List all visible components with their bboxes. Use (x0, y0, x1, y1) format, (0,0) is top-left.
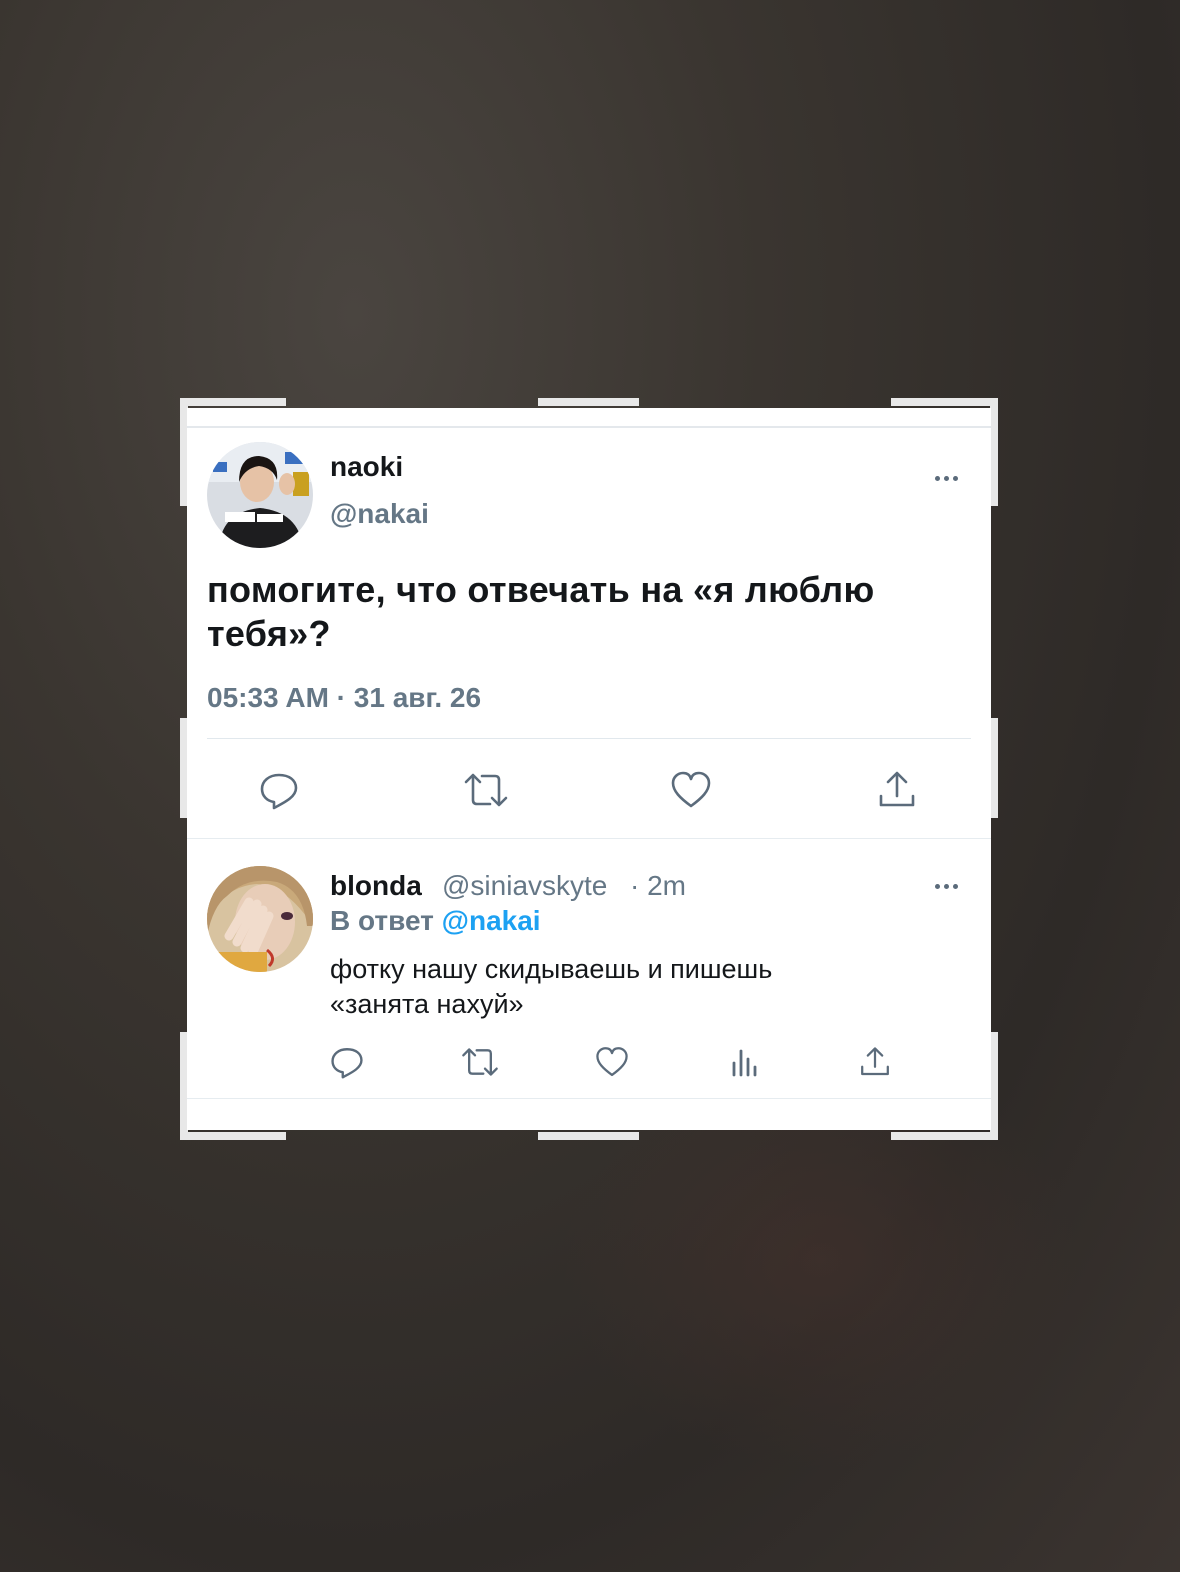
crop-mark-bottom-right-h[interactable] (891, 1132, 998, 1140)
retweet-icon (464, 773, 508, 807)
crop-mark-top-right-h[interactable] (891, 398, 998, 406)
crop-mark-top-center[interactable] (538, 398, 639, 406)
reply-time[interactable]: · 2m (630, 870, 686, 902)
like-button[interactable] (669, 768, 713, 812)
reply-to-link[interactable]: @nakai (442, 905, 541, 936)
avatar-blonda[interactable] (207, 866, 313, 972)
reply-context: В ответ @nakai (330, 905, 541, 937)
stats-divider (207, 738, 971, 739)
crop-mark-bottom-left-h[interactable] (180, 1132, 286, 1140)
card-top-divider (187, 426, 991, 428)
like-icon (671, 771, 711, 808)
crop-mark-top-left-h[interactable] (180, 398, 286, 406)
handle-nakai[interactable]: @nakai (330, 498, 429, 530)
retweet-button[interactable] (459, 1044, 501, 1080)
display-name-naoki[interactable]: naoki (330, 451, 403, 483)
share-icon (861, 1047, 889, 1076)
reply-button[interactable] (257, 768, 301, 812)
avatar-naoki[interactable] (207, 442, 313, 548)
bottom-divider (187, 1098, 991, 1099)
tweet-divider (187, 838, 991, 839)
tweet-timestamp[interactable]: 05:33 AM · 31 авг. 26 (207, 682, 481, 714)
display-name-blonda[interactable]: blonda (330, 870, 422, 902)
like-icon (596, 1047, 628, 1077)
analytics-button[interactable] (727, 1044, 763, 1080)
more-icon[interactable] (934, 882, 962, 890)
reply-prefix: В ответ (330, 905, 434, 936)
reply-button[interactable] (329, 1044, 365, 1080)
like-button[interactable] (594, 1044, 630, 1080)
share-button[interactable] (857, 1044, 893, 1080)
tweet-card: naoki @nakai помогите, что отвечать на «… (187, 408, 991, 1130)
crop-mark-bottom-center[interactable] (538, 1132, 639, 1140)
reply-icon (260, 773, 298, 810)
crop-mark-bottom-right-v[interactable] (990, 1032, 998, 1140)
reply-icon (331, 1048, 363, 1079)
handle-siniavskyte[interactable]: @siniavskyte (442, 870, 607, 902)
tweet-text: помогите, что отвечать на «я люблю тебя»… (207, 569, 875, 654)
crop-mark-top-right-v[interactable] (990, 398, 998, 506)
share-button[interactable] (875, 768, 919, 812)
crop-mark-right-center[interactable] (990, 718, 998, 818)
reply-text-line-2: «занята нахуй» (330, 989, 524, 1019)
retweet-icon (462, 1048, 498, 1076)
analytics-icon (732, 1049, 757, 1077)
reply-text-line-1: фотку нашу скидываешь и пишешь (330, 954, 773, 984)
more-icon[interactable] (934, 474, 962, 482)
retweet-button[interactable] (461, 768, 511, 812)
share-icon (879, 771, 915, 807)
